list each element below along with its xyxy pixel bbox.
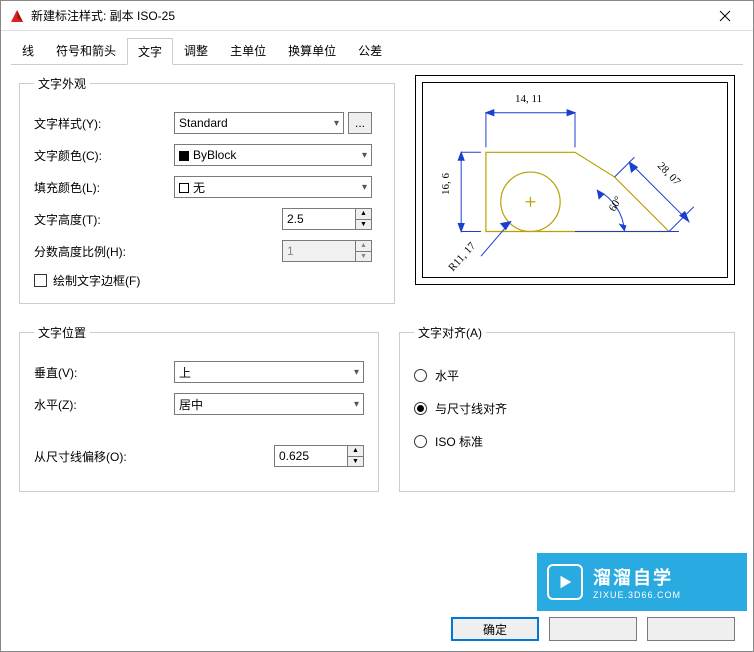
chevron-down-icon: ▾ [362,150,367,161]
chevron-down-icon: ▾ [362,182,367,193]
label-text-height: 文字高度(T): [34,211,174,228]
browse-text-style-button[interactable]: ... [348,112,372,134]
chevron-down-icon: ▾ [354,367,359,378]
radio-align-iso[interactable]: ISO 标准 [414,433,720,450]
preview-panel: 14, 11 16, 6 R11, 17 60° 28, 07 [415,75,735,285]
window-title: 新建标注样式: 副本 ISO-25 [31,7,705,24]
value-fraction-scale: 1 [283,241,355,261]
value-text-height: 2.5 [283,209,355,229]
select-horizontal[interactable]: 居中 ▾ [174,393,364,415]
button-3[interactable] [647,617,735,641]
label-text-style: 文字样式(Y): [34,115,174,132]
radio-icon [414,369,427,382]
group-text-appearance: 文字外观 文字样式(Y): Standard ▾ ... 文字颜色(C): By… [19,75,395,304]
label-text-color: 文字颜色(C): [34,147,174,164]
group-text-alignment: 文字对齐(A) 水平 与尺寸线对齐 ISO 标准 [399,324,735,492]
label-draw-frame: 绘制文字边框(F) [53,272,140,289]
legend-position: 文字位置 [34,324,90,341]
tab-bar: 线 符号和箭头 文字 调整 主单位 换算单位 公差 [11,37,743,65]
preview-dim-top: 14, 11 [515,93,542,105]
value-vertical: 上 [179,364,191,381]
chevron-down-icon: ▾ [334,118,339,129]
spin-up-icon[interactable]: ▲ [348,446,363,457]
select-text-color[interactable]: ByBlock ▾ [174,144,372,166]
ok-button[interactable]: 确定 [451,617,539,641]
radio-icon [414,402,427,415]
watermark-brand: 溜溜自学 [593,564,681,590]
tab-primary-units[interactable]: 主单位 [219,37,277,64]
button-2[interactable] [549,617,637,641]
checkbox-box-icon [34,274,47,287]
select-fill-color[interactable]: 无 ▾ [174,176,372,198]
play-icon [547,564,583,600]
label-fraction-scale: 分数高度比例(H): [34,243,174,260]
radio-align-horizontal[interactable]: 水平 [414,367,720,384]
label-fill-color: 填充颜色(L): [34,179,174,196]
spinner-text-height[interactable]: 2.5 ▲▼ [282,208,372,230]
label-vertical: 垂直(V): [34,364,174,381]
select-text-style[interactable]: Standard ▾ [174,112,344,134]
radio-icon [414,435,427,448]
preview-dim-left: 16, 6 [440,173,452,195]
value-text-style: Standard [179,116,228,130]
tab-tolerance[interactable]: 公差 [347,37,393,64]
watermark: 溜溜自学 ZIXUE.3D66.COM [537,553,747,611]
legend-appearance: 文字外观 [34,75,90,92]
label-align-horizontal: 水平 [435,367,459,384]
checkbox-draw-frame[interactable]: 绘制文字边框(F) [34,272,380,289]
value-horizontal: 居中 [179,396,203,413]
select-vertical[interactable]: 上 ▾ [174,361,364,383]
value-text-color: ByBlock [179,148,236,162]
titlebar: 新建标注样式: 副本 ISO-25 [1,1,753,31]
tab-line[interactable]: 线 [11,37,45,64]
spin-up-icon: ▲ [356,241,371,252]
spinner-fraction-scale: 1 ▲▼ [282,240,372,262]
group-text-position: 文字位置 垂直(V): 上 ▾ 水平(Z): 居中 ▾ 从尺寸线偏 [19,324,379,492]
value-offset: 0.625 [275,446,347,466]
button-bar: 确定 [451,617,735,641]
label-align-dimline: 与尺寸线对齐 [435,400,507,417]
legend-alignment: 文字对齐(A) [414,324,486,341]
close-button[interactable] [705,1,745,31]
value-fill-color: 无 [179,179,205,196]
label-offset: 从尺寸线偏移(O): [34,448,214,465]
tab-alt-units[interactable]: 换算单位 [277,37,347,64]
tab-fit[interactable]: 调整 [173,37,219,64]
spin-up-icon[interactable]: ▲ [356,209,371,220]
spinner-offset[interactable]: 0.625 ▲▼ [274,445,364,467]
tab-text[interactable]: 文字 [127,38,173,65]
watermark-url: ZIXUE.3D66.COM [593,590,681,600]
app-icon [9,8,25,24]
radio-align-dimline[interactable]: 与尺寸线对齐 [414,400,720,417]
spin-down-icon: ▼ [356,252,371,262]
spin-down-icon[interactable]: ▼ [348,457,363,467]
spin-down-icon[interactable]: ▼ [356,220,371,230]
chevron-down-icon: ▾ [354,399,359,410]
tab-symbols[interactable]: 符号和箭头 [45,37,127,64]
label-align-iso: ISO 标准 [435,433,483,450]
label-horizontal: 水平(Z): [34,396,174,413]
